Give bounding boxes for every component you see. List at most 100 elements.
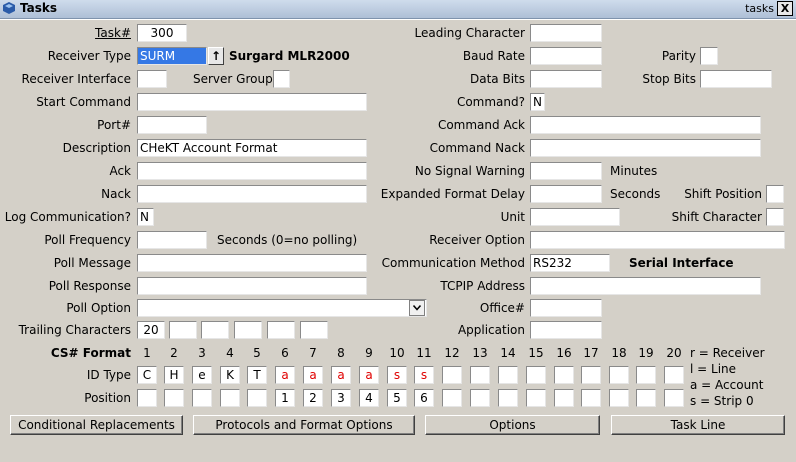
position-cell[interactable] [664, 389, 684, 407]
tcpip-address-field[interactable] [530, 277, 761, 295]
trailing-char-field[interactable] [201, 321, 229, 339]
position-cell[interactable]: 3 [331, 389, 351, 407]
options-button[interactable]: Options [425, 415, 600, 435]
cs-column-number: 6 [281, 346, 289, 360]
position-cell[interactable] [247, 389, 267, 407]
port-label: Port# [97, 118, 131, 132]
trailing-char-field[interactable] [267, 321, 295, 339]
poll-message-field[interactable] [137, 254, 367, 272]
id-type-cell[interactable] [526, 366, 546, 384]
close-button[interactable]: X [777, 1, 793, 16]
app-icon [3, 2, 15, 14]
position-cell[interactable] [470, 389, 490, 407]
port-field[interactable] [137, 116, 207, 134]
position-cell[interactable] [609, 389, 629, 407]
receiver-option-label: Receiver Option [429, 233, 525, 247]
command-ack-label: Command Ack [437, 118, 525, 132]
position-cell[interactable] [498, 389, 518, 407]
id-type-cell[interactable]: a [303, 366, 323, 384]
id-type-cell[interactable] [470, 366, 490, 384]
id-type-cell[interactable]: H [164, 366, 184, 384]
position-cell[interactable]: 4 [359, 389, 379, 407]
conditional-replacements-button[interactable]: Conditional Replacements [10, 415, 183, 435]
position-cell[interactable] [581, 389, 601, 407]
id-type-cell[interactable] [636, 366, 656, 384]
ack-field[interactable] [137, 162, 367, 180]
id-type-cell[interactable]: a [275, 366, 295, 384]
cs-column-number: 12 [444, 346, 460, 360]
command-nack-field[interactable] [530, 139, 761, 157]
start-command-field[interactable] [137, 93, 367, 111]
legend-account: a = Account [690, 378, 764, 392]
receiver-option-field[interactable] [530, 231, 785, 249]
position-cell[interactable]: 6 [414, 389, 434, 407]
position-cell[interactable] [636, 389, 656, 407]
application-label: Application [457, 323, 525, 337]
cs-column-number: 9 [365, 346, 373, 360]
id-type-cell[interactable]: e [192, 366, 212, 384]
id-type-cell[interactable] [581, 366, 601, 384]
position-cell[interactable] [192, 389, 212, 407]
trailing-char-field[interactable] [300, 321, 328, 339]
shift-character-field[interactable] [766, 208, 784, 226]
protocols-format-options-button[interactable]: Protocols and Format Options [193, 415, 415, 435]
trailing-char-field[interactable]: 20 [137, 321, 165, 339]
description-field[interactable]: CHeKT Account Format [137, 139, 367, 157]
baud-rate-field[interactable] [530, 47, 602, 65]
task-number-field[interactable]: 300 [137, 24, 187, 42]
id-type-cell[interactable]: C [137, 366, 157, 384]
id-type-cell[interactable]: T [247, 366, 267, 384]
server-group-field[interactable] [273, 70, 290, 88]
id-type-cell[interactable]: s [414, 366, 434, 384]
leading-character-field[interactable] [530, 24, 602, 42]
position-cell[interactable] [220, 389, 240, 407]
parity-field[interactable] [700, 47, 718, 65]
task-line-button[interactable]: Task Line [611, 415, 785, 435]
unit-field[interactable] [530, 208, 620, 226]
no-signal-warning-field[interactable] [530, 162, 602, 180]
cs-column-number: 10 [389, 346, 405, 360]
receiver-type-lookup-button[interactable]: ↑ [208, 47, 224, 65]
receiver-type-field[interactable]: SURM [137, 47, 207, 65]
command-q-field[interactable]: N [530, 93, 545, 111]
trailing-char-field[interactable] [234, 321, 262, 339]
cs-column-number: 8 [337, 346, 345, 360]
command-ack-field[interactable] [530, 116, 761, 134]
position-cell[interactable] [442, 389, 462, 407]
id-type-cell[interactable] [498, 366, 518, 384]
position-cell[interactable]: 5 [387, 389, 407, 407]
window-right-label: tasks [745, 2, 774, 15]
poll-frequency-field[interactable] [137, 231, 207, 249]
id-type-cell[interactable]: a [359, 366, 379, 384]
communication-method-field[interactable]: RS232 [530, 254, 610, 272]
shift-position-field[interactable] [766, 185, 784, 203]
id-type-cell[interactable] [442, 366, 462, 384]
no-signal-unit: Minutes [610, 164, 658, 178]
id-type-cell[interactable]: K [220, 366, 240, 384]
stop-bits-field[interactable] [700, 70, 772, 88]
cs-column-number: 19 [638, 346, 654, 360]
id-type-cell[interactable] [664, 366, 684, 384]
log-communication-field[interactable]: N [137, 208, 154, 226]
position-cell[interactable]: 2 [303, 389, 323, 407]
data-bits-field[interactable] [530, 70, 602, 88]
id-type-cell[interactable]: a [331, 366, 351, 384]
parity-label: Parity [661, 49, 696, 63]
trailing-char-field[interactable] [169, 321, 197, 339]
log-communication-label: Log Communication? [4, 210, 131, 224]
id-type-cell[interactable] [609, 366, 629, 384]
position-cell[interactable]: 1 [275, 389, 295, 407]
id-type-cell[interactable] [554, 366, 574, 384]
position-cell[interactable] [554, 389, 574, 407]
office-number-field[interactable] [530, 299, 602, 317]
position-cell[interactable] [526, 389, 546, 407]
position-cell[interactable] [164, 389, 184, 407]
position-cell[interactable] [137, 389, 157, 407]
expanded-format-delay-field[interactable] [530, 185, 602, 203]
start-command-label: Start Command [36, 95, 131, 109]
nack-field[interactable] [137, 185, 367, 203]
application-field[interactable] [530, 321, 602, 339]
receiver-interface-field[interactable] [137, 70, 167, 88]
id-type-cell[interactable]: s [387, 366, 407, 384]
poll-response-field[interactable] [137, 277, 367, 295]
